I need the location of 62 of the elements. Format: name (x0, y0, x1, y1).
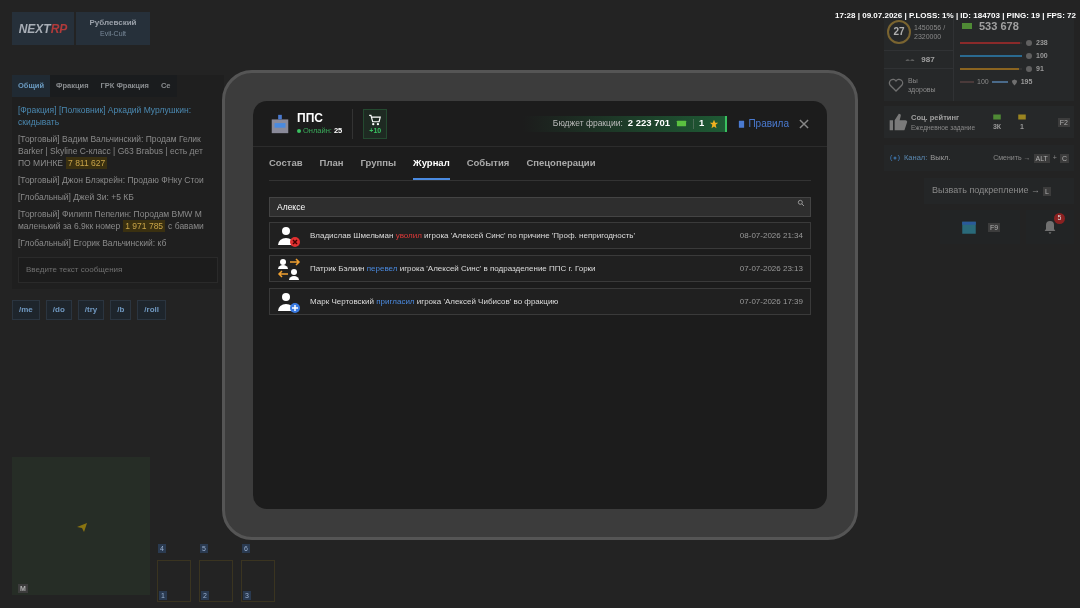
cash-icon (960, 20, 974, 32)
log-time: 07-07-2026 17:39 (739, 295, 803, 308)
radio-icon (889, 152, 901, 164)
log-time: 07-07-2026 23:13 (739, 262, 803, 275)
price-tag: 1 971 785 (123, 220, 166, 232)
backup-call-label: Вызвать подкрепление → (932, 184, 1040, 198)
chat-message: скидывать (18, 116, 60, 128)
chat-message: с бавами (168, 220, 204, 232)
shield-icon (1010, 78, 1018, 86)
player-arrow-icon (76, 521, 88, 533)
command-button[interactable]: /do (45, 300, 72, 320)
chat-message: [Торговый] Филипп Пепелин: Породам BMW M (18, 208, 202, 220)
stat-icon (1026, 53, 1032, 59)
budget-value: 2 223 701 (627, 116, 671, 131)
thumbs-up-icon (888, 112, 908, 132)
chat-message: маленький за 6.9кк номер (18, 220, 121, 232)
cash-icon (675, 118, 689, 129)
close-icon (797, 116, 811, 131)
log-text: Владислав Шмельман уволил игрока 'Алексей Синс' по причине 'Проф. непригодность' (310, 229, 636, 242)
money-value: 533 678 (979, 19, 1019, 34)
chat-input-field[interactable]: Введите текст сообщения (18, 257, 218, 283)
reputation-value: 987 (921, 53, 935, 66)
log-text: Патрик Бэлкин перевел игрока 'Алексей Синс' в подразделение ППС г. Горки (310, 262, 596, 275)
command-button[interactable]: /roll (137, 300, 167, 320)
level-badge: 27 (887, 19, 911, 44)
search-field[interactable]: Алексе (269, 197, 811, 217)
stars-count: 1 (699, 116, 705, 131)
stat-icon (1026, 66, 1032, 72)
log-time: 08-07-2026 21:34 (739, 229, 803, 242)
server-name: Рублевский (89, 17, 137, 30)
chat-message: [Торговый] Джон Блэкрейн: Продаю ФНку Стои (18, 174, 204, 186)
faction-name: ППС (297, 110, 324, 125)
command-button[interactable]: /try (77, 300, 105, 320)
tab[interactable]: Спецоперации (526, 155, 596, 180)
bell-icon (1042, 219, 1058, 235)
game-logo: NEXTRP (12, 12, 74, 45)
cart-icon (368, 112, 383, 127)
clipboard-icon (737, 118, 747, 129)
chat-message: [Фракция] [Полковник] Аркадий Мурлушкин: (18, 104, 192, 116)
user-swap-icon (277, 256, 301, 281)
tab[interactable]: План (319, 155, 344, 180)
heart-icon (888, 77, 904, 93)
building-icon (269, 112, 291, 135)
tab[interactable]: Состав (269, 155, 303, 180)
price-tag: 7 811 627 (66, 157, 108, 169)
chat-message: [Торговый] Вадим Вальчинский: Продам Гелик (18, 133, 201, 145)
command-button[interactable]: /me (12, 300, 40, 320)
rules-link[interactable]: Правила (737, 116, 789, 131)
stat-icon (1026, 40, 1032, 46)
chat-message: ПО МИНКЕ (18, 157, 64, 169)
chat-message: [Глобальный] Егорик Вальчинский: кб (18, 237, 167, 249)
tab[interactable]: Группы (360, 155, 397, 180)
budget-label: Бюджет фракции: (552, 117, 623, 130)
star-icon (709, 118, 720, 129)
tab[interactable]: События (466, 155, 510, 180)
command-button[interactable]: /b (110, 300, 132, 320)
log-text: Марк Чертовский пригласил игрока 'Алексей Чибисов' во фракцию (310, 295, 559, 308)
tab[interactable]: Журнал (413, 155, 450, 180)
status-line: 17:28 | 09.07.2026 | P.LOSS: 1% | ID: 184703 | PING: 19 | FPS: 72 (835, 11, 1076, 20)
search-icon (797, 199, 805, 207)
chat-message: Barker | Skyline C-класс | G63 Brabus | есть дет (18, 145, 203, 157)
chat-message: [Глобальный] Джей Зи: +5 КБ (18, 191, 134, 203)
